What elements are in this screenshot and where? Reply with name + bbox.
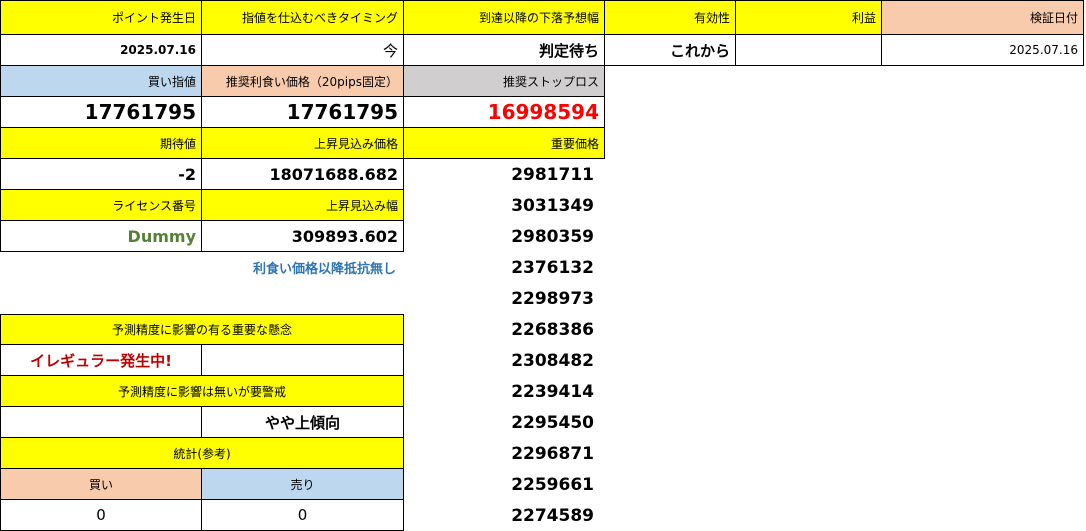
key-price-item: 2295450 <box>511 412 594 433</box>
timing-value: 今 <box>202 35 404 66</box>
key-price-item: 2274589 <box>511 505 594 526</box>
rise-width-label: 上昇見込み幅 <box>202 190 404 221</box>
stats-label: 統計(参考) <box>0 438 404 469</box>
rise-price-value: 18071688.682 <box>202 159 404 190</box>
stop-loss-value: 16998594 <box>404 97 605 128</box>
validity-value: これから <box>605 35 736 66</box>
key-price-item: 2308482 <box>511 350 594 371</box>
expected-value-label: 期待値 <box>0 128 202 159</box>
profit-label: 利益 <box>736 0 882 35</box>
take-profit-label: 推奨利食い価格（20pips固定） <box>202 66 404 97</box>
rise-price-label: 上昇見込み価格 <box>202 128 404 159</box>
profit-value <box>736 35 882 66</box>
stats-sell-value: 0 <box>202 500 404 531</box>
key-price-item: 2296871 <box>511 443 594 464</box>
point-date-value: 2025.07.16 <box>0 35 202 66</box>
fall-label: 到達以降の下落予想幅 <box>404 0 605 35</box>
key-price-item: 2980359 <box>511 226 594 247</box>
key-price-item: 2259661 <box>511 474 594 495</box>
concern-value-2 <box>202 345 404 376</box>
key-price-item: 2376132 <box>511 257 594 278</box>
license-label: ライセンス番号 <box>0 190 202 221</box>
stop-loss-label: 推奨ストップロス <box>404 66 605 97</box>
rise-width-value: 309893.602 <box>202 221 404 252</box>
key-price-item: 2268386 <box>511 319 594 340</box>
key-price-label: 重要価格 <box>404 128 605 159</box>
key-price-item: 2298973 <box>511 288 594 309</box>
caution-value <box>0 407 202 438</box>
validity-label: 有効性 <box>605 0 736 35</box>
key-price-item: 2981711 <box>511 164 594 185</box>
buy-price-value: 17761795 <box>0 97 202 128</box>
fall-value: 判定待ち <box>404 35 605 66</box>
buy-price-label: 買い指値 <box>0 66 202 97</box>
verify-date-label: 検証日付 <box>882 0 1084 35</box>
stats-buy-value: 0 <box>0 500 202 531</box>
timing-label: 指値を仕込むべきタイミング <box>202 0 404 35</box>
expected-value: -2 <box>0 159 202 190</box>
stats-buy-label: 買い <box>0 469 202 500</box>
point-date-label: ポイント発生日 <box>0 0 202 35</box>
take-profit-value: 17761795 <box>202 97 404 128</box>
concern-label: 予測精度に影響の有る重要な懸念 <box>0 314 404 345</box>
key-price-item: 3031349 <box>511 195 594 216</box>
key-price-item: 2239414 <box>511 381 594 402</box>
resistance-note: 利食い価格以降抵抗無し <box>252 262 396 277</box>
caution-label: 予測精度に影響は無いが要警戒 <box>0 376 404 407</box>
caution-value-2: やや上傾向 <box>202 407 404 438</box>
concern-value: イレギュラー発生中! <box>0 345 202 376</box>
license-value: Dummy <box>0 221 202 252</box>
verify-date-value: 2025.07.16 <box>882 35 1084 66</box>
stats-sell-label: 売り <box>202 469 404 500</box>
